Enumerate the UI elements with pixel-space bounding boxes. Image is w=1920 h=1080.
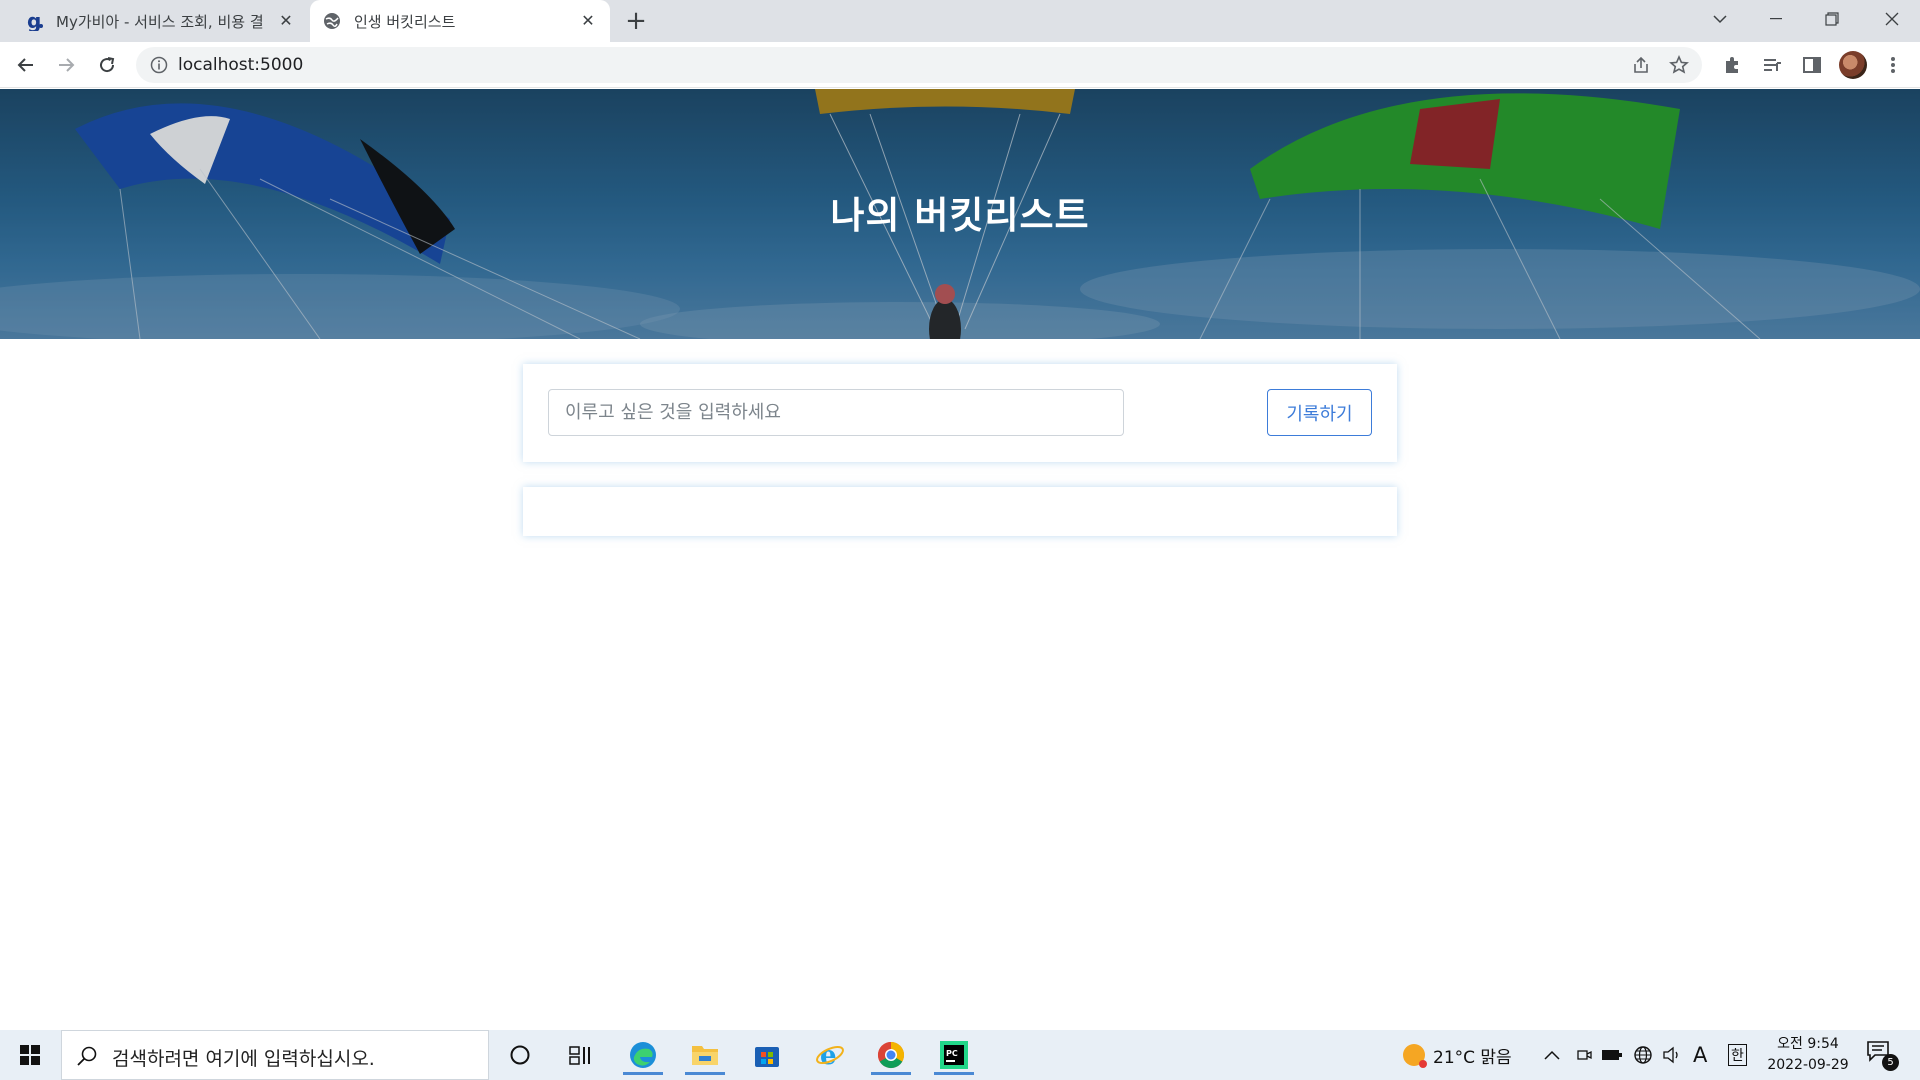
cortana-icon[interactable]: [496, 1035, 544, 1075]
active-app-underline: [623, 1072, 663, 1075]
clock-date: 2022-09-29: [1767, 1057, 1849, 1073]
windows-start-icon[interactable]: [10, 1040, 50, 1070]
font-indicator[interactable]: A: [1693, 1030, 1707, 1080]
sun-icon: [1403, 1044, 1427, 1068]
forward-arrow-icon[interactable]: [50, 49, 82, 81]
notification-count-badge: 5: [1882, 1054, 1899, 1071]
ime-indicator[interactable]: 한: [1728, 1030, 1747, 1080]
notification-center-icon[interactable]: 5: [1866, 1040, 1900, 1072]
meet-now-icon[interactable]: [1576, 1030, 1592, 1080]
chrome-menu-icon[interactable]: [1880, 52, 1906, 78]
weather-widget[interactable]: 21°C 맑음: [1403, 1030, 1512, 1080]
tab-search-chevron-icon[interactable]: [1692, 0, 1748, 38]
restore-button[interactable]: [1804, 0, 1860, 38]
side-panel-icon[interactable]: [1799, 52, 1825, 78]
windows-taskbar: 검색하려면 여기에 입력하십시오. e PC 21°C 맑음 A 한 오전 9:…: [0, 1030, 1920, 1080]
tab-close-icon[interactable]: ✕: [276, 11, 296, 31]
system-clock[interactable]: 오전 9:54 2022-09-29: [1760, 1034, 1856, 1076]
network-globe-icon[interactable]: [1633, 1030, 1653, 1080]
tab-close-icon[interactable]: ✕: [578, 11, 598, 31]
hero-banner: 나의 버킷리스트: [0, 89, 1920, 339]
active-app-underline: [685, 1072, 725, 1075]
tab-title: My가비아 - 서비스 조회, 비용 결: [56, 12, 264, 31]
task-view-icon[interactable]: [556, 1035, 604, 1075]
globe-icon: [322, 11, 342, 31]
search-placeholder: 검색하려면 여기에 입력하십시오.: [112, 1048, 375, 1070]
profile-avatar[interactable]: [1839, 51, 1867, 79]
page-title: 나의 버킷리스트: [830, 194, 1090, 237]
taskbar-search-input[interactable]: 검색하려면 여기에 입력하십시오.: [61, 1030, 489, 1080]
bucket-list-card: [523, 487, 1397, 536]
info-icon[interactable]: [150, 56, 168, 74]
chrome-icon[interactable]: [867, 1035, 915, 1075]
new-tab-button[interactable]: +: [620, 6, 652, 36]
record-button[interactable]: 기록하기: [1267, 389, 1372, 436]
gabia-g-icon: g: [24, 11, 44, 31]
battery-icon[interactable]: [1601, 1030, 1623, 1080]
tab-bucketlist[interactable]: 인생 버킷리스트 ✕: [310, 0, 610, 42]
bucket-input[interactable]: [548, 389, 1124, 436]
tab-gabia[interactable]: g My가비아 - 서비스 조회, 비용 결 ✕: [12, 0, 308, 42]
clock-time: 오전 9:54: [1777, 1036, 1839, 1052]
volume-icon[interactable]: [1662, 1030, 1682, 1080]
share-icon[interactable]: [1630, 54, 1652, 76]
svg-text:PC: PC: [946, 1049, 958, 1058]
back-arrow-icon[interactable]: [10, 49, 42, 81]
show-hidden-icons-chevron-icon[interactable]: [1544, 1030, 1560, 1080]
browser-toolbar: localhost:5000: [0, 42, 1920, 88]
address-bar[interactable]: localhost:5000: [136, 47, 1702, 83]
bucket-form-card: 기록하기: [523, 364, 1397, 462]
minimize-button[interactable]: [1748, 0, 1804, 38]
weather-text: 21°C 맑음: [1433, 1047, 1512, 1068]
search-icon: [76, 1045, 98, 1067]
url-text: localhost:5000: [178, 55, 304, 75]
close-window-button[interactable]: [1864, 0, 1920, 38]
svg-text:e: e: [820, 1041, 837, 1070]
store-icon[interactable]: [743, 1035, 791, 1075]
file-explorer-icon[interactable]: [681, 1035, 729, 1075]
active-app-underline: [934, 1072, 974, 1075]
media-queue-icon[interactable]: [1759, 52, 1785, 78]
internet-explorer-icon[interactable]: e: [806, 1035, 854, 1075]
bookmark-star-icon[interactable]: [1668, 54, 1690, 76]
svg-text:g: g: [27, 11, 41, 31]
reload-icon[interactable]: [91, 49, 123, 81]
pycharm-icon[interactable]: PC: [930, 1035, 978, 1075]
edge-icon[interactable]: [619, 1035, 667, 1075]
active-app-underline: [871, 1072, 911, 1075]
browser-tab-strip: g My가비아 - 서비스 조회, 비용 결 ✕ 인생 버킷리스트 ✕ +: [0, 0, 1920, 42]
tab-title: 인생 버킷리스트: [354, 12, 456, 31]
extensions-puzzle-icon[interactable]: [1719, 52, 1745, 78]
